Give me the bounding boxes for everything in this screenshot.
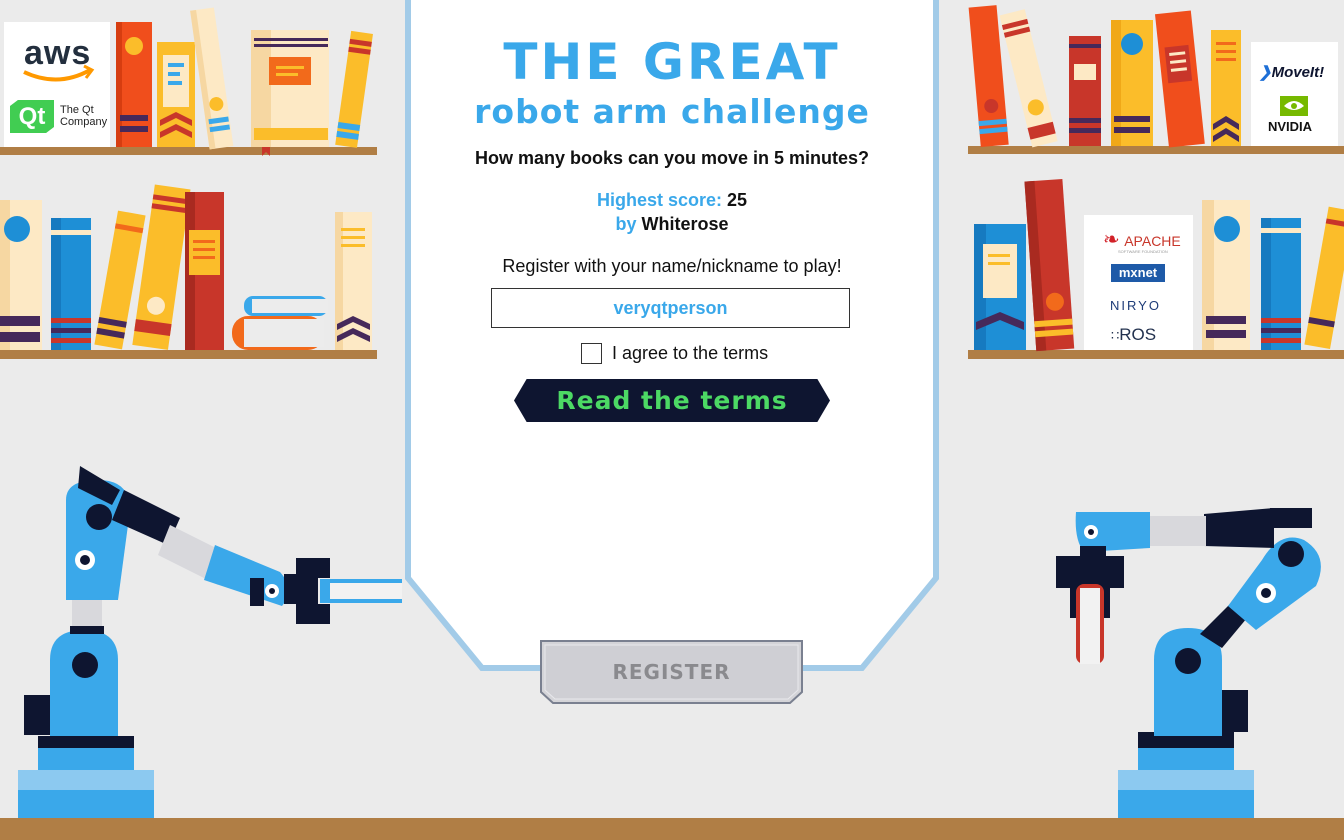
agree-row: I agree to the terms: [581, 342, 768, 364]
mxnet-logo: mxnet: [1111, 264, 1165, 282]
moveit-text: MoveIt!: [1271, 64, 1325, 81]
moveit-chevron-icon: ❯: [1259, 64, 1272, 81]
ros-logo: ∷ROS: [1111, 325, 1156, 345]
apache-feather-icon: ❧: [1103, 229, 1120, 251]
read-terms-button[interactable]: Read the terms: [514, 379, 830, 422]
register-prompt: Register with your name/nickname to play…: [502, 256, 842, 276]
left-top-shelf: [0, 7, 377, 156]
moveit-logo: ❯MoveIt!: [1259, 63, 1324, 81]
page-title: THE GREAT: [503, 33, 841, 91]
high-score-line: Highest score: 25: [412, 190, 932, 211]
right-robot-arm: [1056, 508, 1321, 818]
name-input[interactable]: [491, 288, 850, 328]
left-bottom-shelf: [0, 184, 377, 359]
page-subtitle: robot arm challenge: [474, 92, 870, 131]
score-holder-name: Whiterose: [641, 214, 729, 234]
score-holder-prefix: by: [615, 214, 637, 234]
agree-label: I agree to the terms: [612, 342, 769, 363]
aws-logo: aws: [24, 34, 92, 72]
register-label: REGISTER: [612, 660, 731, 684]
qt-badge-text: Qt: [18, 102, 46, 130]
high-score-label: Highest score:: [596, 190, 722, 210]
score-holder-line: by Whiterose: [412, 214, 932, 235]
high-score-value: 25: [727, 190, 748, 210]
floor: [0, 818, 1344, 840]
apache-subtitle: SOFTWARE FOUNDATION: [1118, 249, 1168, 254]
left-robot-arm: [18, 466, 402, 818]
read-terms-label: Read the terms: [556, 386, 788, 415]
ros-text: ROS: [1119, 325, 1157, 344]
qt-company-line2: Company: [60, 116, 108, 128]
qt-logo-icon: Qt: [10, 100, 54, 133]
tagline: How many books can you move in 5 minutes…: [474, 148, 870, 168]
niryo-logo: NIRYO: [1110, 298, 1161, 313]
apache-text: APACHE: [1124, 233, 1181, 249]
nvidia-logo: NVIDIA: [1268, 119, 1313, 134]
agree-checkbox[interactable]: [581, 342, 602, 364]
qt-company-line1: The Qt: [60, 104, 94, 116]
register-button[interactable]: REGISTER: [540, 640, 803, 704]
